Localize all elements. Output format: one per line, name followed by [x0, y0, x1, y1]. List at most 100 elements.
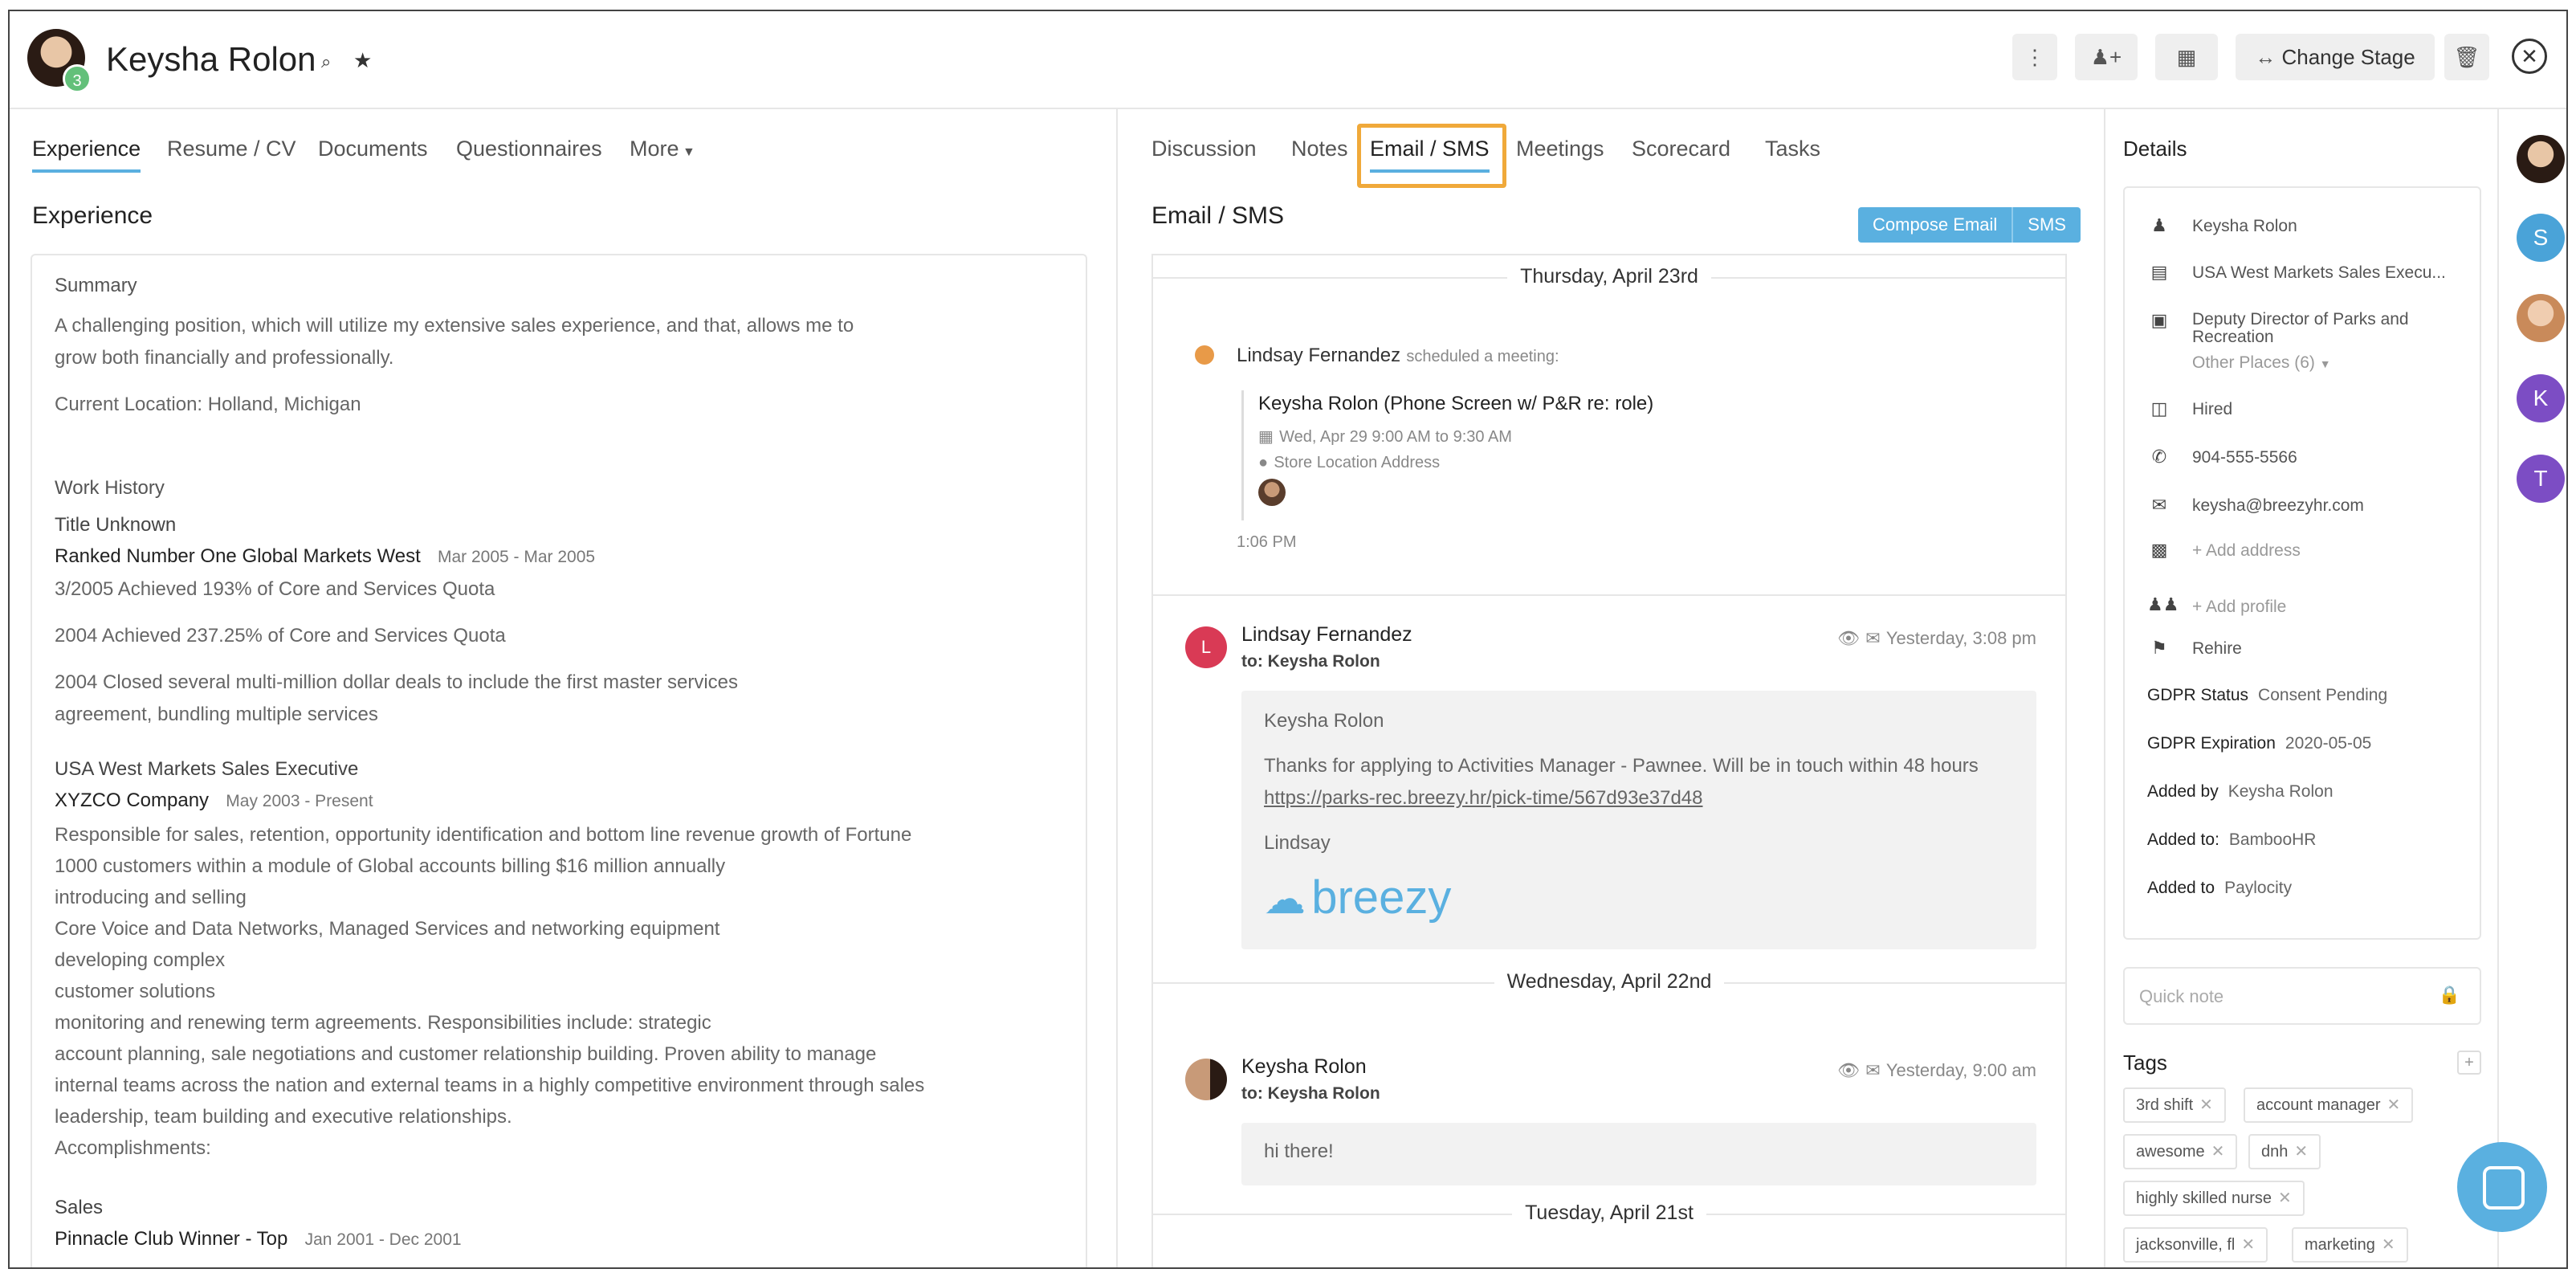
tag-chip[interactable]: marketing ✕ [2292, 1227, 2408, 1263]
job-company: XYZCO Company [55, 789, 210, 811]
add-tag-button[interactable]: + [2457, 1051, 2481, 1075]
summary-label: Summary [55, 275, 137, 296]
add-address-link[interactable]: + Add address [2192, 541, 2301, 561]
gdpr-expiration-value[interactable]: 2020-05-05 [2285, 734, 2371, 753]
close-icon: ✕ [2521, 44, 2538, 68]
job-company-row: XYZCO Company May 2003 - Present [55, 787, 373, 812]
meeting-where: ● Store Location Address [1258, 448, 1440, 473]
job-title: USA West Markets Sales Executive [55, 758, 359, 780]
candidate-rail: S K T [2499, 109, 2566, 1267]
summary-line: A challenging position, which will utili… [55, 315, 854, 337]
star-icon[interactable]: ★ [353, 48, 372, 73]
tab-tasks[interactable]: Tasks [1765, 137, 1820, 169]
users-icon: ♟♟ [2147, 594, 2179, 614]
close-button[interactable]: ✕ [2512, 39, 2547, 74]
email-link[interactable]: https://parks-rec.breezy.hr/pick-time/56… [1264, 787, 1703, 810]
detail-position[interactable]: USA West Markets Sales Execu... [2192, 263, 2446, 283]
tab-discussion[interactable]: Discussion [1151, 137, 1257, 169]
tab-email-sms[interactable]: Email / SMS [1370, 137, 1490, 173]
email-body: hi there! [1264, 1140, 1334, 1162]
remove-tag-icon[interactable]: ✕ [2241, 1236, 2255, 1254]
detail-phone[interactable]: 904-555-5566 [2192, 448, 2297, 467]
job-line: leadership, team building and executive … [55, 1106, 512, 1128]
job-line: agreement, bundling multiple services [55, 704, 378, 725]
tag-chip[interactable]: awesome ✕ [2123, 1134, 2238, 1169]
detail-name[interactable]: Keysha Rolon [2192, 217, 2297, 236]
delete-candidate-button[interactable]: 🗑 [2444, 34, 2489, 80]
other-places-link[interactable]: Other Places (6) ▼ [2192, 353, 2331, 373]
tag-label: jacksonville, fl [2136, 1236, 2236, 1254]
job-dates: Mar 2005 - Mar 2005 [437, 548, 596, 566]
detail-rehire[interactable]: Rehire [2192, 639, 2242, 659]
tab-documents[interactable]: Documents [318, 137, 428, 169]
remove-tag-icon[interactable]: ✕ [2211, 1143, 2225, 1161]
job-title: Sales [55, 1197, 104, 1218]
more-options-button[interactable]: ⋮ [2012, 34, 2057, 80]
rail-avatar[interactable] [2517, 294, 2565, 342]
rail-avatar[interactable]: T [2517, 455, 2565, 503]
tab-scorecard[interactable]: Scorecard [1632, 137, 1730, 169]
tag-chip[interactable]: jacksonville, fl ✕ [2123, 1227, 2268, 1263]
day-label: Tuesday, April 21st [1512, 1202, 1706, 1224]
remove-tag-icon[interactable]: ✕ [2387, 1096, 2401, 1114]
rail-avatar[interactable]: K [2517, 374, 2565, 422]
candidate-name: Keysha Rolon [106, 40, 316, 78]
email-timestamp: Yesterday, 9:00 am [1885, 1060, 2036, 1080]
detail-email[interactable]: keysha@breezyhr.com [2192, 496, 2364, 516]
job-line: Core Voice and Data Networks, Managed Se… [55, 918, 720, 940]
rss-icon[interactable]: ⌕ [321, 51, 331, 72]
added-to-value: BambooHR [2228, 830, 2317, 849]
change-stage-button[interactable]: ↔ Change Stage [2236, 34, 2435, 80]
email-recipient: to: Keysha Rolon [1241, 1084, 1380, 1103]
tag-chip[interactable]: dnh ✕ [2248, 1134, 2321, 1169]
experience-panel: Experience Resume / CV Documents Questio… [10, 109, 1118, 1267]
remove-tag-icon[interactable]: ✕ [2199, 1096, 2213, 1114]
sms-button[interactable]: SMS [2011, 207, 2081, 243]
remove-tag-icon[interactable]: ✕ [2294, 1143, 2308, 1161]
tab-more[interactable]: More ▼ [630, 137, 695, 169]
assign-user-button[interactable]: ♟+ [2075, 34, 2138, 80]
chat-launcher-button[interactable] [2457, 1142, 2547, 1232]
email-meta: 👁 ✉ Yesterday, 9:00 am [1837, 1057, 2036, 1082]
detail-place-line[interactable]: Recreation [2192, 328, 2274, 347]
breezy-logo: ☁ breezy [1264, 871, 1451, 924]
remove-tag-icon[interactable]: ✕ [2278, 1189, 2292, 1207]
rail-avatar[interactable]: S [2517, 214, 2565, 262]
tag-chip[interactable]: highly skilled nurse ✕ [2123, 1181, 2305, 1216]
lock-icon[interactable]: 🔒 [2439, 985, 2460, 1006]
calendar-icon: ▦ [1258, 428, 1274, 446]
email-signoff: Lindsay [1264, 832, 1331, 854]
gdpr-status-value[interactable]: Consent Pending [2258, 686, 2387, 704]
job-line: introducing and selling [55, 887, 247, 908]
added-to-label: Added to [2147, 879, 2215, 897]
tab-experience[interactable]: Experience [32, 137, 141, 173]
email-greeting: Keysha Rolon [1264, 710, 1384, 732]
tag-chip[interactable]: 3rd shift ✕ [2123, 1087, 2226, 1123]
added-by-value: Keysha Rolon [2228, 782, 2333, 801]
tab-meetings[interactable]: Meetings [1516, 137, 1604, 169]
tab-questionnaires[interactable]: Questionnaires [456, 137, 602, 169]
briefcase-icon: ▣ [2150, 310, 2168, 330]
meeting-where-text: Store Location Address [1274, 454, 1441, 471]
meeting-dot [1195, 345, 1214, 365]
detail-status[interactable]: Hired [2192, 400, 2232, 419]
summary-line: grow both financially and professionally… [55, 347, 394, 369]
meeting-time: 1:06 PM [1237, 533, 1297, 551]
detail-place-line[interactable]: Deputy Director of Parks and [2192, 310, 2409, 329]
tag-chip[interactable]: account manager ✕ [2244, 1087, 2414, 1123]
day-label: Wednesday, April 22nd [1494, 970, 1725, 993]
add-profile-link[interactable]: + Add profile [2192, 598, 2286, 617]
meeting-title[interactable]: Keysha Rolon (Phone Screen w/ P&R re: ro… [1258, 390, 1653, 415]
map-pin-icon: ● [1258, 454, 1269, 471]
rail-avatar[interactable] [2517, 135, 2565, 183]
current-location: Current Location: Holland, Michigan [55, 394, 361, 415]
tab-resume-cv[interactable]: Resume / CV [167, 137, 296, 169]
tab-notes[interactable]: Notes [1291, 137, 1348, 169]
schedule-button[interactable]: ▦ [2155, 34, 2218, 80]
gdpr-expiration-label: GDPR Expiration [2147, 734, 2276, 753]
remove-tag-icon[interactable]: ✕ [2382, 1236, 2395, 1254]
envelope-icon: ✉ [1865, 628, 1881, 648]
communication-panel: Discussion Notes Email / SMS Meetings Sc… [1118, 109, 2105, 1267]
quick-note-field[interactable]: Quick note 🔒 [2123, 967, 2481, 1025]
compose-email-button[interactable]: Compose Email [1858, 207, 2011, 243]
